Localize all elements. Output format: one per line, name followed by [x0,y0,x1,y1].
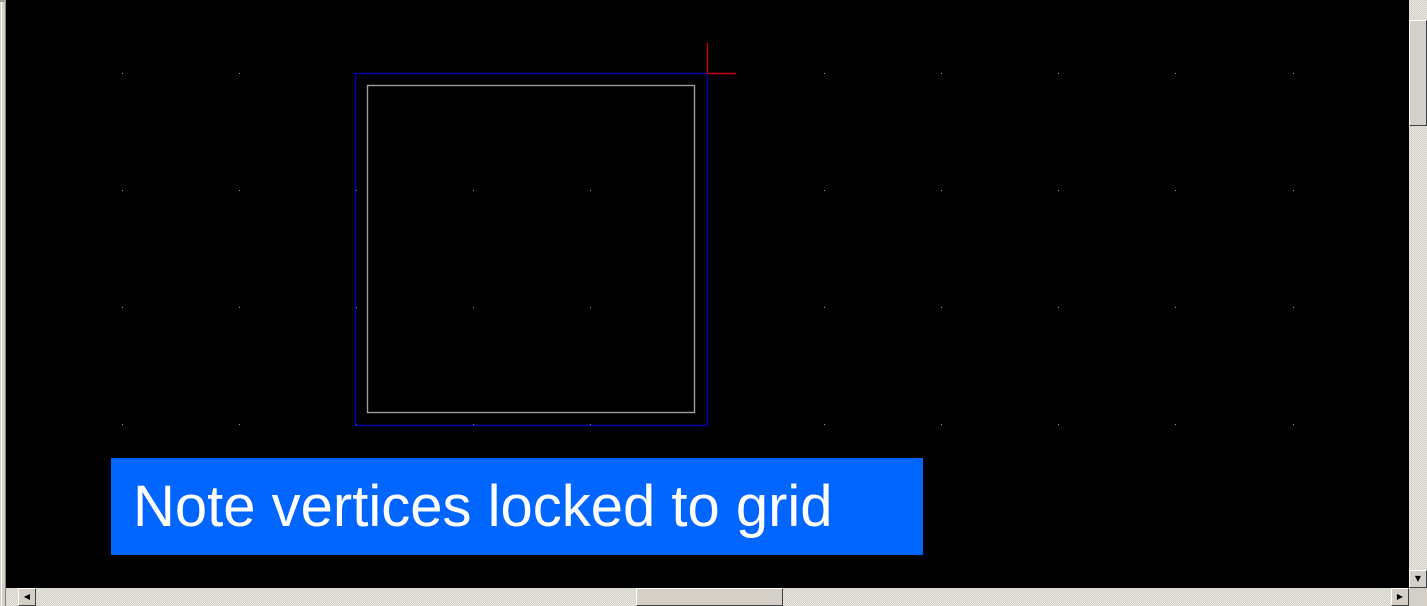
grid-dot [1058,307,1059,308]
grid-dot [1293,73,1294,74]
grid-dot [941,424,942,425]
grid-dot [1175,73,1176,74]
grid-dot [239,307,240,308]
grid-dot [941,190,942,191]
grid-dot [122,73,123,74]
grid-dot [1293,307,1294,308]
vertical-scrollbar[interactable]: ▼ [1409,0,1427,588]
grid-dot [1058,73,1059,74]
grid-dot [824,190,825,191]
drawing-canvas[interactable]: Note vertices locked to grid [6,0,1409,588]
arrow-right-icon[interactable]: ▶ [1391,588,1409,606]
grid-dot [824,73,825,74]
grid-dot [824,424,825,425]
grid-dot [1175,190,1176,191]
grid-dot [824,307,825,308]
grid-dot [122,190,123,191]
vertical-scroll-thumb[interactable] [1409,20,1427,126]
horizontal-scroll-thumb[interactable] [636,588,783,606]
cad-editor-window: Note vertices locked to grid ▼ ◀ ▶ [0,0,1427,606]
drawn-rectangle-shape[interactable] [366,84,696,414]
grid-dot [473,307,474,308]
grid-dot [1058,190,1059,191]
grid-dot [590,190,591,191]
grid-dot [239,424,240,425]
grid-dot [941,307,942,308]
scrollbar-corner [1409,588,1427,606]
arrow-left-icon[interactable]: ◀ [18,588,36,606]
horizontal-scrollbar[interactable]: ◀ ▶ [6,588,1409,606]
crosshair-cursor-icon [706,43,736,75]
annotation-banner: Note vertices locked to grid [111,458,923,555]
grid-dot [122,424,123,425]
grid-dot [941,73,942,74]
arrow-down-icon[interactable]: ▼ [1409,570,1427,588]
grid-dot [122,307,123,308]
grid-dot [239,190,240,191]
grid-dot [1058,424,1059,425]
grid-dot [590,307,591,308]
grid-dot [1175,424,1176,425]
grid-dot [473,190,474,191]
grid-dot [239,73,240,74]
selection-bounding-box [354,72,709,427]
grid-dot [1293,424,1294,425]
grid-dot [1175,307,1176,308]
grid-dot [1293,190,1294,191]
